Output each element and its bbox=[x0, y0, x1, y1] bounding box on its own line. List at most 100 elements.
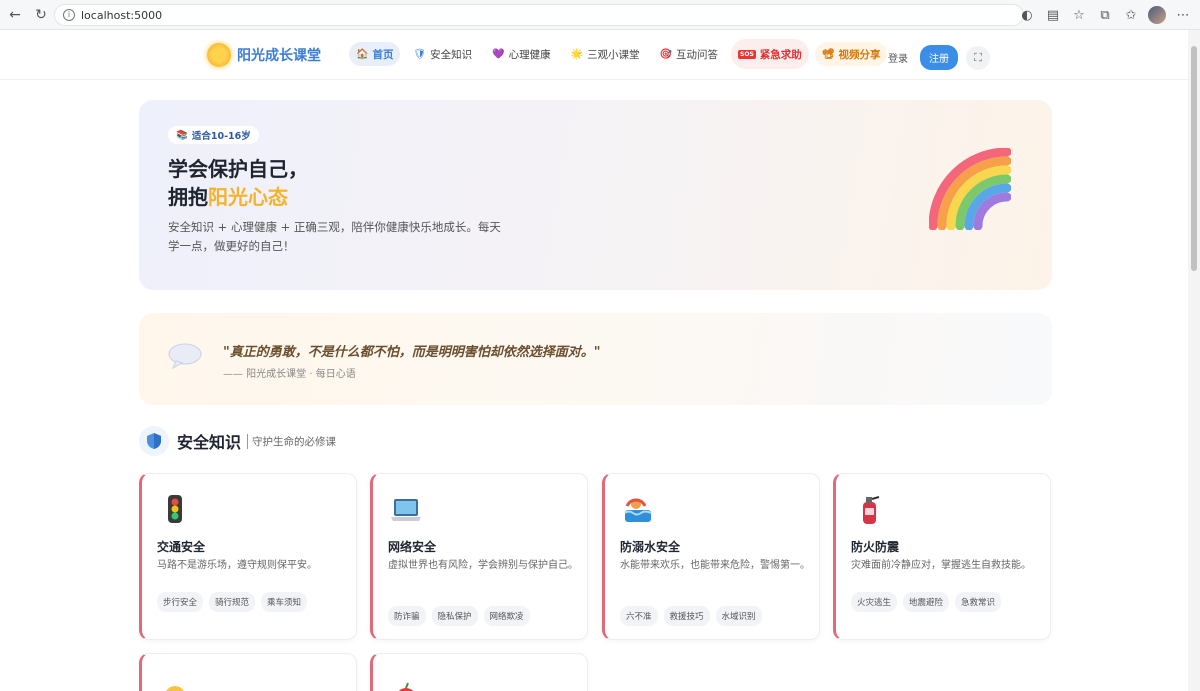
swimmer-water-icon bbox=[624, 498, 652, 522]
card-title: 网络安全 bbox=[388, 540, 437, 554]
rainbow-icon bbox=[929, 148, 1011, 230]
tag[interactable]: 六不准 bbox=[620, 606, 658, 626]
card-fire-earthquake[interactable]: 防火防震 灾难面前冷静应对，掌握逃生自救技能。 火灾逃生 地震避险 急救常识 bbox=[833, 473, 1051, 640]
tag[interactable]: 救援技巧 bbox=[663, 606, 710, 626]
nav-quiz[interactable]: 🎯 互动问答 bbox=[653, 42, 725, 66]
section-header-safety: 安全知识 守护生命的必修课 bbox=[139, 426, 336, 456]
nav-emergency[interactable]: SOS 紧急求助 bbox=[731, 39, 809, 69]
tag[interactable]: 急救常识 bbox=[955, 592, 1002, 612]
tag[interactable]: 水域识别 bbox=[715, 606, 762, 626]
card-title: 交通安全 bbox=[157, 540, 206, 554]
reader-icon[interactable]: ▤ bbox=[1042, 4, 1064, 26]
reload-icon[interactable]: ↻ bbox=[30, 4, 52, 26]
card-tags: 防诈骗 隐私保护 网络欺凌 bbox=[388, 606, 530, 626]
copilot-icon[interactable]: ◐ bbox=[1016, 4, 1038, 26]
section-title: 安全知识 bbox=[177, 433, 242, 452]
site-info-icon[interactable]: i bbox=[63, 9, 75, 21]
tag[interactable]: 地震避险 bbox=[903, 592, 950, 612]
books-icon: 📚 bbox=[176, 129, 188, 141]
tag[interactable]: 网络欺凌 bbox=[483, 606, 530, 626]
nav-home-label: 首页 bbox=[372, 48, 394, 61]
fire-extinguisher-icon bbox=[863, 496, 880, 524]
card-partial-1[interactable] bbox=[139, 653, 357, 691]
tag[interactable]: 火灾逃生 bbox=[851, 592, 898, 612]
nav-safety[interactable]: 🛡 安全知识 bbox=[406, 42, 479, 66]
hero-description: 安全知识 + 心理健康 + 正确三观，陪伴你健康快乐地成长。每天学一点，做更好的… bbox=[168, 220, 501, 253]
card-title: 防溺水安全 bbox=[620, 540, 681, 554]
card-description: 虚拟世界也有风险，学会辨别与保护自己。 bbox=[388, 560, 578, 571]
address-url: localhost:5000 bbox=[81, 8, 163, 22]
login-button[interactable]: 登录 bbox=[882, 46, 914, 69]
favorite-star-icon[interactable]: ☆ bbox=[1068, 4, 1090, 26]
card-tags: 六不准 救援技巧 水域识别 bbox=[620, 606, 762, 626]
home-icon: 🏠 bbox=[356, 48, 369, 60]
quote-text: "真正的勇敢，不是什么都不怕，而是明明害怕却依然选择面对。" bbox=[223, 345, 601, 360]
hero-title: 学会保护自己， 拥抱阳光心态 bbox=[168, 155, 308, 211]
tag[interactable]: 防诈骗 bbox=[388, 606, 426, 626]
nav-video[interactable]: 📽 视频分享 bbox=[814, 42, 888, 66]
hero-title-prefix: 拥抱 bbox=[168, 185, 208, 209]
site-header: 阳光成长课堂 🏠 首页 🛡 安全知识 💜 心理健康 🌟 三观小课堂 🎯 互动问答 bbox=[0, 30, 1188, 80]
nav-values-label: 三观小课堂 bbox=[587, 48, 640, 61]
nav-video-label: 视频分享 bbox=[838, 48, 881, 61]
site-logo[interactable]: 阳光成长课堂 bbox=[207, 43, 321, 67]
speech-bubble-icon bbox=[168, 343, 202, 369]
projector-icon: 📽 bbox=[821, 48, 835, 60]
browser-actions: ◐ ▤ ☆ ⧉ ✩ ⋯ bbox=[1016, 4, 1194, 26]
card-network-safety[interactable]: 网络安全 虚拟世界也有风险，学会辨别与保护自己。 防诈骗 隐私保护 网络欺凌 bbox=[370, 473, 588, 640]
laptop-icon bbox=[391, 499, 421, 521]
back-icon[interactable]: ← bbox=[4, 4, 26, 26]
page-scrollbar[interactable] bbox=[1188, 30, 1200, 691]
register-button[interactable]: 注册 bbox=[920, 45, 958, 70]
tag[interactable]: 乘车须知 bbox=[261, 592, 308, 612]
card-tags: 步行安全 骑行规范 乘车须知 bbox=[157, 592, 308, 612]
hero-banner: 📚 适合10-16岁 学会保护自己， 拥抱阳光心态 安全知识 + 心理健康 + … bbox=[139, 100, 1052, 290]
nav-quiz-label: 互动问答 bbox=[676, 48, 719, 61]
nav-safety-label: 安全知识 bbox=[430, 48, 473, 61]
medal-icon bbox=[166, 686, 184, 691]
main-nav: 🏠 首页 🛡 安全知识 💜 心理健康 🌟 三观小课堂 🎯 互动问答 SOS 紧急… bbox=[349, 39, 888, 69]
traffic-light-icon bbox=[168, 495, 182, 523]
page-viewport: 阳光成长课堂 🏠 首页 🛡 安全知识 💜 心理健康 🌟 三观小课堂 🎯 互动问答 bbox=[0, 30, 1188, 691]
star-icon: 🌟 bbox=[570, 48, 584, 60]
card-title: 防火防震 bbox=[851, 540, 900, 554]
scrollbar-thumb[interactable] bbox=[1191, 46, 1197, 271]
favorites-icon[interactable]: ✩ bbox=[1120, 4, 1142, 26]
card-description: 灾难面前冷静应对，掌握逃生自救技能。 bbox=[851, 560, 1031, 571]
hero-title-line2: 拥抱阳光心态 bbox=[168, 183, 308, 211]
more-menu-icon[interactable]: ⋯ bbox=[1172, 4, 1194, 26]
age-badge: 📚 适合10-16岁 bbox=[168, 126, 259, 144]
hero-title-line1: 学会保护自己， bbox=[168, 157, 308, 181]
nav-mental-health-label: 心理健康 bbox=[508, 48, 551, 61]
card-tags: 火灾逃生 地震避险 急救常识 bbox=[851, 592, 1002, 612]
target-icon: 🎯 bbox=[659, 48, 673, 60]
apple-icon bbox=[398, 682, 414, 691]
address-bar[interactable]: i localhost:5000 bbox=[54, 4, 1024, 26]
card-description: 马路不是游乐场，遵守规则保平安。 bbox=[157, 560, 317, 571]
tag[interactable]: 步行安全 bbox=[157, 592, 204, 612]
fullscreen-icon[interactable]: ⛶ bbox=[966, 45, 990, 70]
age-badge-label: 适合10-16岁 bbox=[191, 131, 251, 142]
profile-avatar[interactable] bbox=[1146, 4, 1168, 26]
hero-title-highlight: 阳光心态 bbox=[208, 185, 288, 209]
card-partial-2[interactable] bbox=[370, 653, 588, 691]
nav-mental-health[interactable]: 💜 心理健康 bbox=[485, 42, 557, 66]
card-description: 水能带来欢乐，也能带来危险，警惕第一。 bbox=[620, 560, 810, 571]
quote-source: —— 阳光成长课堂 · 每日心语 bbox=[223, 369, 356, 380]
auth-area: 登录 注册 ⛶ bbox=[882, 45, 990, 70]
nav-emergency-label: 紧急求助 bbox=[759, 48, 802, 61]
shield-icon bbox=[139, 426, 169, 456]
tag[interactable]: 隐私保护 bbox=[431, 606, 478, 626]
card-drowning-safety[interactable]: 防溺水安全 水能带来欢乐，也能带来危险，警惕第一。 六不准 救援技巧 水域识别 bbox=[602, 473, 820, 640]
purple-heart-icon: 💜 bbox=[492, 48, 505, 60]
shield-icon: 🛡 bbox=[413, 48, 427, 60]
sun-logo-icon bbox=[207, 43, 231, 67]
browser-toolbar: ← ↻ i localhost:5000 ◐ ▤ ☆ ⧉ ✩ ⋯ bbox=[0, 0, 1200, 30]
nav-values[interactable]: 🌟 三观小课堂 bbox=[564, 42, 647, 66]
extensions-icon[interactable]: ⧉ bbox=[1094, 4, 1116, 26]
card-traffic-safety[interactable]: 交通安全 马路不是游乐场，遵守规则保平安。 步行安全 骑行规范 乘车须知 bbox=[139, 473, 357, 640]
tag[interactable]: 骑行规范 bbox=[209, 592, 256, 612]
sos-icon: SOS bbox=[738, 49, 756, 59]
nav-home[interactable]: 🏠 首页 bbox=[349, 42, 401, 66]
section-subtitle: 守护生命的必修课 bbox=[247, 433, 336, 449]
